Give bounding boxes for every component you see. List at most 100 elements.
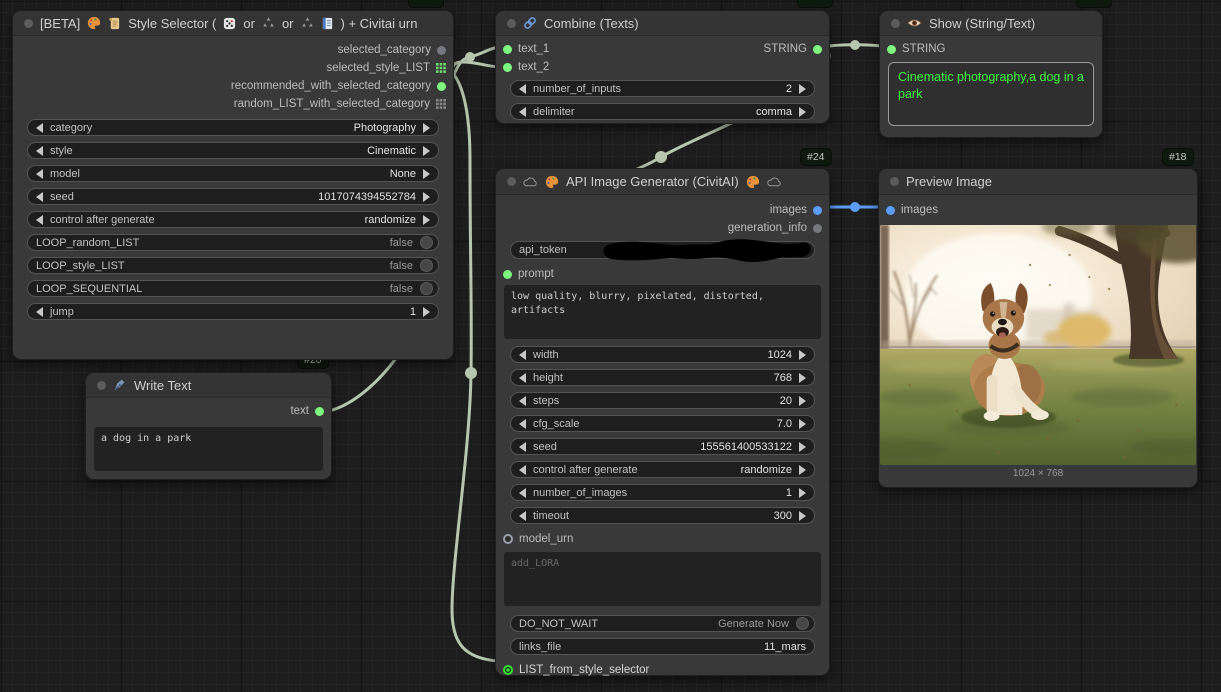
output-slot-generation-info[interactable]: generation_info — [496, 219, 829, 237]
decrement-arrow-icon[interactable] — [519, 396, 526, 406]
widget-category[interactable]: category Photography — [27, 119, 439, 136]
output-slot-selected-category[interactable]: selected_category — [13, 41, 453, 59]
slot-dot[interactable] — [503, 63, 512, 72]
collapse-dot[interactable] — [507, 177, 516, 186]
widget-control-after-generate[interactable]: control after generate randomize — [27, 211, 439, 228]
slot-dot[interactable] — [437, 46, 446, 55]
increment-arrow-icon[interactable] — [423, 192, 430, 202]
increment-arrow-icon[interactable] — [799, 350, 806, 360]
toggle-knob[interactable] — [420, 282, 433, 295]
show-text-output[interactable]: Cinematic photography,a dog in a park — [888, 62, 1094, 126]
collapse-dot[interactable] — [24, 19, 33, 28]
increment-arrow-icon[interactable] — [799, 442, 806, 452]
widget-steps[interactable]: steps 20 — [510, 392, 815, 409]
widget-loop-random-list[interactable]: LOOP_random_LIST false — [27, 234, 439, 251]
toggle-knob[interactable] — [420, 236, 433, 249]
input-slot-list-from-style-selector[interactable]: LIST_from_style_selector — [496, 661, 829, 679]
decrement-arrow-icon[interactable] — [36, 192, 43, 202]
decrement-arrow-icon[interactable] — [519, 350, 526, 360]
slot-dot[interactable] — [813, 224, 822, 233]
increment-arrow-icon[interactable] — [799, 419, 806, 429]
input-slot-dot[interactable] — [503, 45, 512, 54]
node-preview-image[interactable]: Preview Image images — [878, 168, 1198, 488]
output-slot-images[interactable]: images — [496, 201, 829, 219]
slot-dot[interactable] — [503, 270, 512, 279]
widget-style[interactable]: style Cinematic — [27, 142, 439, 159]
slot-dot[interactable] — [315, 407, 324, 416]
increment-arrow-icon[interactable] — [423, 146, 430, 156]
decrement-arrow-icon[interactable] — [519, 488, 526, 498]
widget-do-not-wait[interactable]: DO_NOT_WAIT Generate Now — [510, 615, 815, 632]
node-style-selector[interactable]: [BETA] Style Selector ( or or ) + Civita… — [12, 10, 454, 360]
widget-links-file[interactable]: links_file 11_mars — [510, 638, 815, 655]
increment-arrow-icon[interactable] — [799, 488, 806, 498]
toggle-knob[interactable] — [796, 617, 809, 630]
node-graph-canvas[interactable]: #24 #18 #20 [BETA] Style Selector ( or o… — [0, 0, 1221, 692]
node-show-string[interactable]: Show (String/Text) STRING Cinematic phot… — [879, 10, 1103, 138]
increment-arrow-icon[interactable] — [799, 84, 806, 94]
increment-arrow-icon[interactable] — [799, 107, 806, 117]
node-write-text[interactable]: Write Text text a dog in a park — [85, 372, 332, 480]
widget-number-of-inputs[interactable]: number_of_inputs 2 — [510, 80, 815, 97]
input-slot-prompt[interactable]: prompt — [496, 265, 829, 283]
increment-arrow-icon[interactable] — [423, 123, 430, 133]
list-grid-slot-icon[interactable] — [436, 63, 446, 73]
widget-seed[interactable]: seed 155561400533122 — [510, 438, 815, 455]
increment-arrow-icon[interactable] — [423, 169, 430, 179]
slot-dot[interactable] — [503, 534, 513, 544]
widget-number-of-images[interactable]: number_of_images 1 — [510, 484, 815, 501]
decrement-arrow-icon[interactable] — [519, 442, 526, 452]
slot-dot[interactable] — [887, 45, 896, 54]
increment-arrow-icon[interactable] — [799, 511, 806, 521]
decrement-arrow-icon[interactable] — [519, 107, 526, 117]
widget-width[interactable]: width 1024 — [510, 346, 815, 363]
decrement-arrow-icon[interactable] — [36, 307, 43, 317]
widget-delimiter[interactable]: delimiter comma — [510, 103, 815, 120]
list-grid-slot-icon[interactable] — [436, 99, 446, 109]
decrement-arrow-icon[interactable] — [36, 215, 43, 225]
increment-arrow-icon[interactable] — [799, 465, 806, 475]
widget-timeout[interactable]: timeout 300 — [510, 507, 815, 524]
collapse-dot[interactable] — [890, 177, 899, 186]
widget-model[interactable]: model None — [27, 165, 439, 182]
node-titlebar[interactable]: [BETA] Style Selector ( or or ) + Civita… — [13, 11, 453, 36]
collapse-dot[interactable] — [97, 381, 106, 390]
decrement-arrow-icon[interactable] — [519, 419, 526, 429]
negative-prompt-textarea[interactable]: low quality, blurry, pixelated, distorte… — [504, 285, 821, 339]
node-titlebar[interactable]: Write Text — [86, 373, 331, 398]
input-slot-images[interactable]: images — [879, 201, 1197, 219]
widget-control-after-generate[interactable]: control after generate randomize — [510, 461, 815, 478]
decrement-arrow-icon[interactable] — [36, 123, 43, 133]
decrement-arrow-icon[interactable] — [519, 84, 526, 94]
output-slot-text[interactable]: text — [86, 402, 331, 420]
slot-dot[interactable] — [886, 206, 895, 215]
increment-arrow-icon[interactable] — [799, 373, 806, 383]
toggle-knob[interactable] — [420, 259, 433, 272]
slot-dot[interactable] — [813, 206, 822, 215]
widget-loop-style-list[interactable]: LOOP_style_LIST false — [27, 257, 439, 274]
widget-api-token[interactable]: api_token — [510, 241, 815, 259]
output-slot-random-list[interactable]: random_LIST_with_selected_category — [13, 95, 453, 113]
widget-height[interactable]: height 768 — [510, 369, 815, 386]
decrement-arrow-icon[interactable] — [36, 169, 43, 179]
increment-arrow-icon[interactable] — [423, 307, 430, 317]
widget-seed[interactable]: seed 1017074394552784 — [27, 188, 439, 205]
widget-jump[interactable]: jump 1 — [27, 303, 439, 320]
output-slot-selected-style-list[interactable]: selected_style_LIST — [13, 59, 453, 77]
input-slot-model-urn[interactable]: model_urn — [496, 530, 829, 548]
node-api-image-generator[interactable]: API Image Generator (CivitAI) images gen… — [495, 168, 830, 676]
output-slot-recommended[interactable]: recommended_with_selected_category — [13, 77, 453, 95]
input-slot-string[interactable]: STRING — [880, 40, 1102, 58]
decrement-arrow-icon[interactable] — [519, 465, 526, 475]
write-text-textarea[interactable]: a dog in a park — [94, 427, 323, 471]
increment-arrow-icon[interactable] — [423, 215, 430, 225]
decrement-arrow-icon[interactable] — [36, 146, 43, 156]
decrement-arrow-icon[interactable] — [519, 373, 526, 383]
node-titlebar[interactable]: Preview Image — [879, 169, 1197, 195]
add-lora-textarea[interactable]: add_LORA — [504, 552, 821, 606]
input-slot-text2[interactable]: text_2 — [496, 58, 829, 76]
widget-loop-sequential[interactable]: LOOP_SEQUENTIAL false — [27, 280, 439, 297]
node-titlebar[interactable]: API Image Generator (CivitAI) — [496, 169, 829, 195]
slot-dot[interactable] — [437, 82, 446, 91]
output-slot-dot[interactable] — [813, 45, 822, 54]
